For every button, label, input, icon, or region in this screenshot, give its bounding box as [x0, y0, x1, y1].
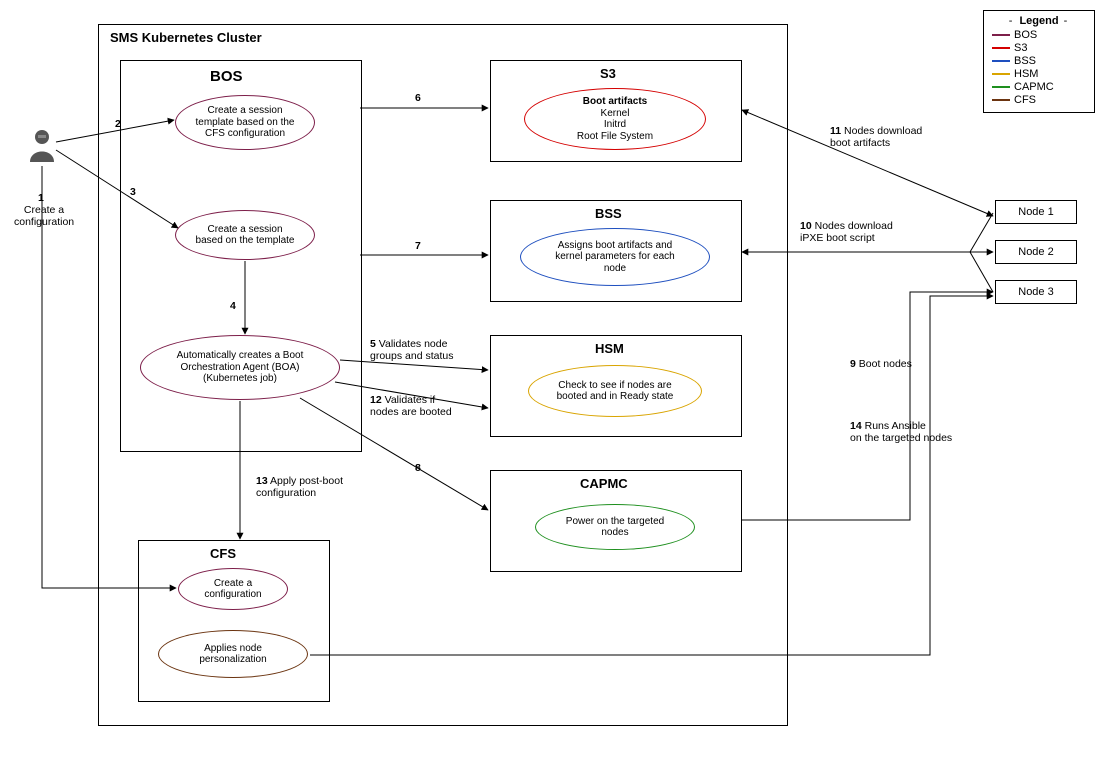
node-3: Node 3	[995, 280, 1077, 304]
bss-title: BSS	[595, 206, 622, 221]
step-12: 12 Validates ifnodes are booted	[370, 394, 452, 418]
node-1: Node 1	[995, 200, 1077, 224]
s3-ellipse: Boot artifacts Kernel Initrd Root File S…	[524, 88, 706, 150]
legend-item-bos: BOS	[992, 29, 1086, 41]
legend-item-s3: S3	[992, 42, 1086, 54]
cfs-title: CFS	[210, 546, 236, 561]
hsm-ellipse: Check to see if nodes are booted and in …	[528, 365, 702, 417]
step-8: 8	[415, 462, 421, 474]
step-4: 4	[230, 300, 236, 312]
bos-create-session-text: Create a session based on the template	[196, 224, 295, 247]
cfs-personalization-ellipse: Applies node personalization	[158, 630, 308, 678]
bos-boa-text: Automatically creates a Boot Orchestrati…	[177, 350, 304, 385]
step-2: 2	[115, 118, 121, 130]
step-14: 14 Runs Ansibleon the targeted nodes	[850, 420, 952, 444]
step-1-text: Create a configuration	[14, 204, 74, 228]
step-13: 13 Apply post-bootconfiguration	[256, 475, 343, 499]
sms-cluster-label: SMS Kubernetes Cluster	[110, 30, 262, 45]
capmc-ellipse: Power on the targeted nodes	[535, 504, 695, 550]
node-2: Node 2	[995, 240, 1077, 264]
bos-boa-ellipse: Automatically creates a Boot Orchestrati…	[140, 335, 340, 400]
step-1-num: 1	[38, 192, 44, 204]
step-6: 6	[415, 92, 421, 104]
step-7: 7	[415, 240, 421, 252]
legend-item-cfs: CFS	[992, 94, 1086, 106]
hsm-title: HSM	[595, 341, 624, 356]
s3-title: S3	[600, 66, 616, 81]
legend-title: - Legend -	[992, 15, 1086, 27]
capmc-text: Power on the targeted nodes	[566, 516, 664, 539]
bos-session-template-ellipse: Create a session template based on the C…	[175, 95, 315, 150]
s3-lines: Kernel Initrd Root File System	[577, 108, 653, 143]
hsm-text: Check to see if nodes are booted and in …	[557, 380, 674, 403]
step-10: 10 Nodes downloadiPXE boot script	[800, 220, 893, 244]
step-11: 11 Nodes downloadboot artifacts	[830, 125, 922, 149]
bos-create-session-ellipse: Create a session based on the template	[175, 210, 315, 260]
s3-heading: Boot artifacts	[583, 96, 647, 108]
bss-ellipse: Assigns boot artifacts and kernel parame…	[520, 228, 710, 286]
legend-item-hsm: HSM	[992, 68, 1086, 80]
cfs-create-config-ellipse: Create a configuration	[178, 568, 288, 610]
user-icon	[28, 128, 56, 167]
bos-title: BOS	[210, 68, 243, 85]
step-5: 5 Validates nodegroups and status	[370, 338, 453, 362]
capmc-title: CAPMC	[580, 476, 628, 491]
step-3: 3	[130, 186, 136, 198]
legend-item-bss: BSS	[992, 55, 1086, 67]
step-9: 9 Boot nodes	[850, 358, 912, 370]
bss-text: Assigns boot artifacts and kernel parame…	[555, 240, 675, 275]
cfs-personalization-text: Applies node personalization	[199, 643, 266, 666]
legend-box: - Legend - BOS S3 BSS HSM CAPMC CFS	[983, 10, 1095, 113]
bos-session-template-text: Create a session template based on the C…	[196, 105, 295, 140]
legend-item-capmc: CAPMC	[992, 81, 1086, 93]
cfs-create-config-text: Create a configuration	[204, 578, 261, 601]
